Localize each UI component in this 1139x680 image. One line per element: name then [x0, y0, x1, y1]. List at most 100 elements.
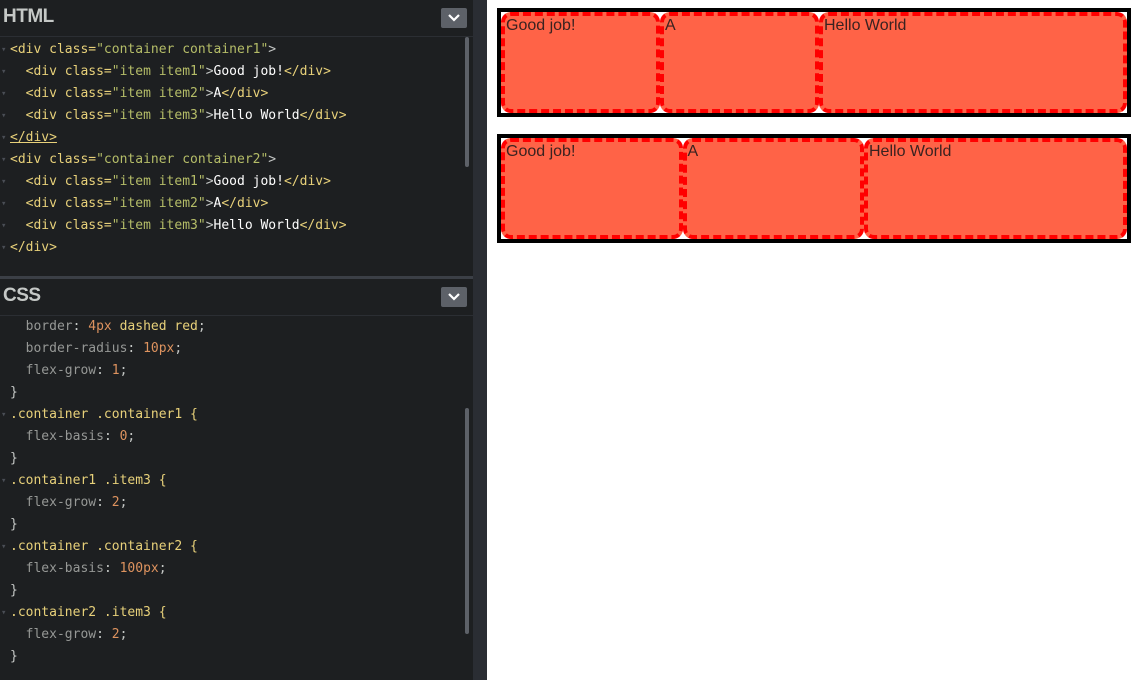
code-token-number: 2	[111, 495, 120, 510]
code-token-tag: <div	[10, 174, 65, 189]
fold-marker-icon: ▾	[1, 410, 7, 420]
code-token-property: flex-grow	[25, 627, 97, 642]
container1-item1: Good job!	[501, 12, 660, 113]
css-code-line[interactable]: ▾ .container .container2 {	[0, 536, 460, 558]
code-token-punct: :	[127, 341, 144, 356]
css-collapse-button[interactable]	[441, 287, 467, 307]
html-scrollbar[interactable]	[465, 37, 469, 167]
css-code-line[interactable]: border: 4px dashed red;	[0, 316, 460, 338]
code-token-property: flex-basis	[25, 429, 104, 444]
css-code-line[interactable]: ▾ .container1 .item3 {	[0, 470, 460, 492]
code-token-brace: }	[10, 517, 18, 532]
code-token-attr: class=	[64, 64, 112, 79]
css-code-line[interactable]: flex-basis: 0;	[0, 426, 460, 448]
code-token-tag: <div	[10, 218, 65, 233]
code-token-number: 10px	[143, 341, 175, 356]
code-token-string: "item item2"	[111, 196, 206, 211]
html-code-line[interactable]: ▾ <div class="item item2">A</div>	[0, 193, 460, 215]
html-code-line[interactable]: ▾ <div class="item item3">Hello World</d…	[0, 215, 460, 237]
fold-marker-icon: ▾	[1, 89, 7, 99]
fold-marker-icon: ▾	[1, 199, 7, 209]
fold-marker-icon: ▾	[1, 177, 7, 187]
code-token-punct: ;	[127, 429, 136, 444]
editor-column: HTML ▾ <div class="container container1">…	[0, 0, 473, 680]
code-token-punct: ;	[119, 627, 128, 642]
code-token-punct: >	[205, 174, 214, 189]
css-code-line[interactable]: border-radius: 10px;	[0, 338, 460, 360]
code-token-punct: >	[205, 64, 214, 79]
css-code-line[interactable]: flex-basis: 100px;	[0, 558, 460, 580]
code-token-punct: >	[205, 218, 214, 233]
css-code-line[interactable]: }	[0, 646, 460, 668]
css-code-line[interactable]: flex-grow: 1;	[0, 360, 460, 382]
code-token-selector: .container .container1 {	[10, 407, 198, 422]
code-token-selector: .container2 .item3 {	[10, 605, 167, 620]
css-code-line[interactable]: }	[0, 448, 460, 470]
html-code-line[interactable]: ▾ <div class="item item1">Good job!</div…	[0, 61, 460, 83]
html-code-line[interactable]: ▾ </div>	[0, 127, 460, 149]
code-token-number: 1	[111, 363, 120, 378]
html-code-editor[interactable]: ▾ <div class="container container1"> ▾ <di…	[0, 39, 460, 259]
container1-item3: Hello World	[819, 12, 1127, 113]
css-code-line[interactable]: }	[0, 580, 460, 602]
html-code-line[interactable]: ▾ <div class="item item3">Hello World</d…	[0, 105, 460, 127]
html-panel-title: HTML	[3, 6, 54, 27]
css-scrollbar[interactable]	[465, 408, 469, 634]
html-code-line[interactable]: ▾ <div class="container container1">	[0, 39, 460, 61]
code-token-tag: <div	[10, 196, 65, 211]
html-panel-header: HTML	[0, 0, 473, 37]
code-token-property: flex-basis	[25, 561, 104, 576]
code-token-tag: <div	[10, 64, 65, 79]
css-code-line[interactable]: ▾ .container .container1 {	[0, 404, 460, 426]
code-token-brace: }	[10, 649, 18, 664]
chevron-down-icon	[448, 14, 460, 22]
code-token-attr: class=	[64, 218, 112, 233]
code-token-punct: :	[103, 429, 120, 444]
container2-item2: A	[682, 138, 864, 239]
css-code-line[interactable]: }	[0, 514, 460, 536]
code-token-tag: </div>	[299, 108, 347, 123]
css-code-line[interactable]: flex-grow: 2;	[0, 492, 460, 514]
css-code-line[interactable]: }	[0, 382, 460, 404]
code-token-punct: >	[205, 86, 214, 101]
css-code-line[interactable]: flex-grow: 2;	[0, 624, 460, 646]
html-code-line[interactable]: ▾ <div class="container container2">	[0, 149, 460, 171]
code-token-tag: </div>	[10, 130, 57, 145]
code-token-text: Good job!	[213, 64, 284, 79]
code-token-punct: :	[103, 561, 120, 576]
css-panel: CSS border: 4px dashed red; border-radiu…	[0, 279, 473, 680]
code-token-punct: >	[268, 152, 277, 167]
code-token-string: "item item1"	[111, 174, 206, 189]
container2: Good job! A Hello World	[497, 134, 1131, 243]
resize-gutter[interactable]	[473, 0, 487, 680]
code-token-tag: <div	[10, 86, 65, 101]
css-code-line[interactable]: ▾ .container2 .item3 {	[0, 602, 460, 624]
code-token-string: "item item2"	[111, 86, 206, 101]
fold-marker-icon: ▾	[1, 476, 7, 486]
fold-marker-icon: ▾	[1, 67, 7, 77]
html-code-line[interactable]: ▾ <div class="item item1">Good job!</div…	[0, 171, 460, 193]
code-token-punct: >	[205, 108, 214, 123]
code-token-punct: ;	[158, 561, 167, 576]
code-token-property: border-radius	[25, 341, 128, 356]
code-token-punct: :	[96, 627, 112, 642]
html-collapse-button[interactable]	[441, 8, 467, 28]
code-token-tag: <div	[10, 108, 65, 123]
code-token-brace: }	[10, 451, 18, 466]
fold-marker-icon: ▾	[1, 221, 7, 231]
code-token-attr: class=	[64, 196, 112, 211]
code-token-string: "item item1"	[111, 64, 206, 79]
fold-marker-icon: ▾	[1, 155, 7, 165]
code-token-brace: }	[10, 385, 18, 400]
fold-marker-icon: ▾	[1, 45, 7, 55]
code-token-number: 100px	[119, 561, 159, 576]
code-token-number: 2	[111, 627, 120, 642]
code-token-value: dashed red	[111, 319, 198, 334]
code-token-property: border	[25, 319, 73, 334]
html-code-line[interactable]: ▾ </div>	[0, 237, 460, 259]
code-token-tag: <div	[10, 42, 50, 57]
css-code-editor[interactable]: border: 4px dashed red; border-radius: 1…	[0, 316, 460, 668]
code-token-tag: </div>	[221, 196, 269, 211]
code-token-punct: :	[96, 363, 112, 378]
html-code-line[interactable]: ▾ <div class="item item2">A</div>	[0, 83, 460, 105]
